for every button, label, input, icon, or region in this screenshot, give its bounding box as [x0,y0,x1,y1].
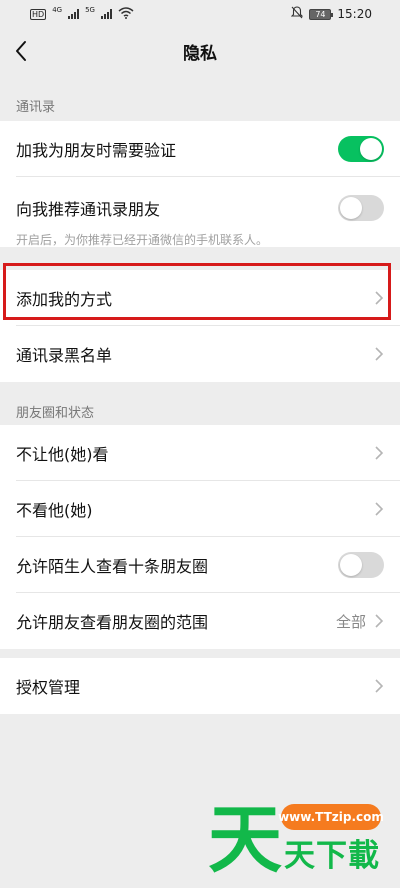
status-left: HD 4G 5G [30,5,134,22]
verify-friend-row: 加我为朋友时需要验证 [0,121,400,177]
watermark-url: www.TTzip.com [278,804,384,830]
add-methods-label: 添加我的方式 [16,290,113,309]
clock: 15:20 [337,7,372,21]
battery-icon: 74 [309,8,334,20]
signal-icon [68,9,80,19]
moments-range-value: 全部 [335,612,366,631]
back-icon[interactable] [12,38,32,64]
watermark-big-char: 天 [208,797,282,883]
chevron-right-icon [374,346,384,362]
status-right: 74 15:20 [291,6,372,22]
strangers-view-toggle[interactable] [338,552,384,578]
auth-management-row[interactable]: 授权管理 [0,658,400,714]
wifi-icon [118,6,134,22]
hide-from-row[interactable]: 不让他(她)看 [0,425,400,481]
dont-see-label: 不看他(她) [16,501,93,520]
mute-bell-icon [291,6,304,22]
watermark-text: 天下載 [284,838,380,874]
strangers-view-row: 允许陌生人查看十条朋友圈 [0,537,400,593]
chevron-right-icon [374,613,384,629]
recommend-contacts-label: 向我推荐通讯录朋友 [16,200,161,219]
chevron-right-icon [374,290,384,306]
toggle-knob [340,197,362,219]
network-5g-label: 5G [85,5,95,14]
add-methods-row[interactable]: 添加我的方式 [0,270,400,326]
contacts-group: 加我为朋友时需要验证 向我推荐通讯录朋友 开启后，为你推荐已经开通微信的手机联系… [0,121,400,247]
section-label-contacts: 通讯录 [16,100,56,115]
auth-group: 授权管理 [0,658,400,714]
recommend-contacts-row: 向我推荐通讯录朋友 开启后，为你推荐已经开通微信的手机联系人。 [0,177,400,247]
signal-icon-2 [100,9,112,19]
chevron-right-icon [374,445,384,461]
dont-see-row[interactable]: 不看他(她) [0,481,400,537]
navigation-bar: 隐私 [0,28,400,74]
verify-friend-toggle[interactable] [338,136,384,162]
moments-range-row[interactable]: 允许朋友查看朋友圈的范围 全部 [0,593,400,649]
section-label-moments: 朋友圈和状态 [16,406,95,421]
blacklist-row[interactable]: 通讯录黑名单 [0,326,400,382]
hd-badge: HD [30,8,47,20]
toggle-knob [340,554,362,576]
chevron-right-icon [374,501,384,517]
auth-management-label: 授权管理 [16,678,81,697]
strangers-view-label: 允许陌生人查看十条朋友圈 [16,557,209,576]
toggle-knob [360,138,382,160]
moments-range-label: 允许朋友查看朋友圈的范围 [16,613,209,632]
recommend-contacts-hint: 开启后，为你推荐已经开通微信的手机联系人。 [16,233,269,247]
status-bar: HD 4G 5G 74 15:20 [0,0,400,28]
verify-friend-label: 加我为朋友时需要验证 [16,141,177,160]
hide-from-label: 不让他(她)看 [16,445,109,464]
page-title: 隐私 [183,43,217,64]
moments-group: 不让他(她)看 不看他(她) 允许陌生人查看十条朋友圈 允许朋友查看朋友圈的范围… [0,425,400,649]
network-4g-label: 4G [52,5,63,14]
watermark-logo: 天 www.TTzip.com 天下載 [208,798,393,882]
recommend-contacts-toggle[interactable] [338,195,384,221]
blacklist-label: 通讯录黑名单 [16,346,113,365]
contacts-group-2: 添加我的方式 通讯录黑名单 [0,270,400,382]
chevron-right-icon [374,678,384,694]
